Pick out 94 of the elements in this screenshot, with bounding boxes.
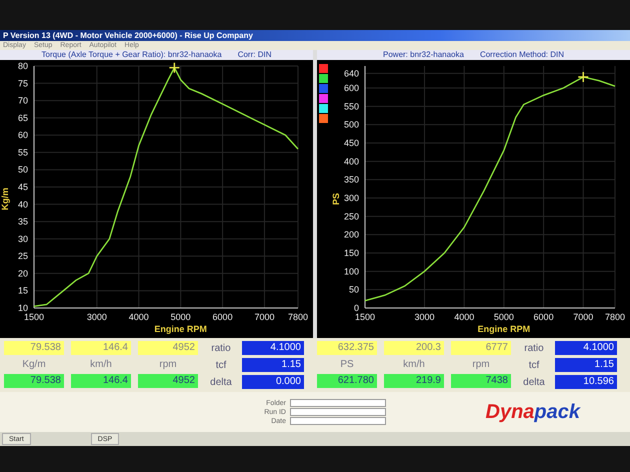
y-tick-label: 640 (344, 68, 359, 78)
y-tick-label: 50 (348, 284, 359, 295)
x-tick-label: 6000 (212, 312, 233, 322)
readout-value: 7438 (451, 374, 511, 388)
param-label: delta (522, 376, 546, 388)
readout-value: 79.538 (4, 341, 64, 355)
param-value: 1.15 (242, 358, 304, 372)
y-tick-label: 65 (18, 112, 28, 123)
input-field[interactable] (290, 408, 386, 416)
input-field[interactable] (290, 399, 386, 407)
y-tick-label: 70 (18, 96, 28, 106)
x-tick-label: 4000 (454, 312, 474, 322)
y-tick-label: 45 (18, 182, 28, 192)
window-title: P Version 13 (4WD - Motor Vehicle 2000+6000) - Rise Up Company (0, 30, 630, 41)
param-value: 10.596 (555, 375, 617, 389)
param-label: ratio (210, 342, 232, 354)
chart-header: Power: bnr32-hanaoka (383, 50, 464, 60)
readout-value: 79.538 (4, 374, 64, 388)
unit-label: rpm (471, 358, 491, 372)
param-label: tcf (528, 360, 540, 370)
color-swatch[interactable] (319, 104, 328, 113)
unit-label: km/h (89, 358, 113, 372)
y-tick-label: 250 (344, 211, 359, 222)
readout-value: 621.780 (317, 374, 377, 388)
y-tick-label: 150 (344, 248, 359, 258)
readout-value: 219.9 (384, 374, 444, 388)
readout-value: 4952 (138, 341, 198, 355)
x-tick-label: 7800 (288, 312, 308, 322)
x-tick-label: 5000 (170, 312, 191, 322)
param-label: tcf (214, 360, 228, 370)
y-tick-label: 55 (18, 147, 28, 158)
color-swatch[interactable] (319, 114, 328, 123)
color-swatch[interactable] (319, 84, 328, 93)
color-swatch[interactable] (319, 64, 328, 73)
chart-header: Torque (Axle Torque + Gear Ratio): bnr32-hanaoka (42, 50, 222, 60)
x-axis-label: Engine RPM (478, 324, 530, 334)
x-tick-label: 3000 (414, 312, 435, 322)
readout-value: 6777 (451, 341, 511, 355)
unit-label: rpm (158, 358, 178, 372)
color-swatch[interactable] (319, 94, 328, 103)
y-axis-label: PS (331, 193, 341, 205)
unit-label: Kg/m (21, 358, 47, 372)
y-tick-label: 300 (344, 193, 359, 203)
x-tick-label: 7000 (254, 312, 274, 322)
param-value: 0.000 (242, 375, 304, 389)
correction-label: Corr: DIN (238, 50, 272, 60)
x-tick-label: 4000 (128, 312, 149, 322)
y-tick-label: 40 (18, 199, 28, 210)
x-tick-label: 6000 (534, 312, 554, 322)
y-tick-label: 20 (18, 268, 28, 278)
correction-label: Correction Method: DIN (480, 50, 564, 60)
param-label: ratio (523, 342, 545, 354)
y-tick-label: 500 (344, 120, 359, 130)
y-tick-label: 600 (344, 83, 359, 93)
x-axis-label: Engine RPM (154, 324, 207, 334)
y-tick-label: 30 (18, 234, 28, 244)
x-tick-label: 1500 (24, 312, 44, 322)
y-tick-label: 400 (344, 156, 359, 166)
y-tick-label: 550 (344, 101, 359, 112)
param-value: 4.1000 (242, 341, 304, 355)
y-tick-label: 75 (18, 78, 28, 88)
y-tick-label: 0 (354, 303, 359, 313)
input-field[interactable] (290, 417, 386, 425)
param-value: 4.1000 (555, 341, 617, 355)
y-tick-label: 15 (18, 286, 28, 296)
dynapack-logo: Dynapack (486, 400, 580, 424)
x-tick-label: 7800 (604, 312, 626, 322)
readout-value: 4952 (138, 374, 198, 388)
y-tick-label: 50 (18, 164, 28, 175)
unit-label: PS (339, 358, 355, 372)
y-tick-label: 60 (18, 130, 28, 140)
x-tick-label: 3000 (86, 312, 107, 322)
readout-value: 200.3 (384, 341, 444, 355)
peak-marker-icon (168, 62, 180, 74)
param-value: 1.15 (555, 358, 617, 372)
x-tick-label: 1500 (354, 312, 376, 322)
unit-label: km/h (402, 358, 426, 372)
color-swatch[interactable] (319, 74, 328, 83)
y-tick-label: 350 (344, 174, 359, 185)
readout-value: 146.4 (71, 374, 131, 388)
y-tick-label: 80 (18, 61, 28, 71)
x-tick-label: 7000 (573, 312, 594, 322)
param-label: delta (209, 376, 233, 388)
x-tick-label: 5000 (494, 312, 514, 322)
y-tick-label: 10 (18, 303, 28, 313)
y-tick-label: 25 (18, 251, 28, 262)
readout-value: 146.4 (71, 341, 131, 355)
y-tick-label: 100 (344, 266, 359, 276)
y-tick-label: 35 (18, 216, 28, 227)
y-tick-label: 200 (344, 230, 359, 240)
readout-value: 632.375 (317, 341, 377, 355)
peak-marker-icon (578, 71, 589, 83)
y-tick-label: 450 (344, 138, 359, 148)
y-axis-label: Kg/m (0, 188, 10, 210)
